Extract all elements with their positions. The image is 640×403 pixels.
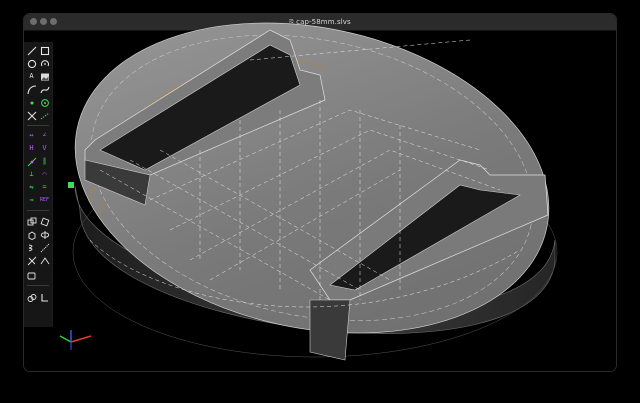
bezier-icon[interactable] [39,84,50,95]
x-axis-icon [70,335,92,343]
helix-icon[interactable] [26,242,37,253]
window-title: ⎘ cap-58mm.slvs [24,15,616,30]
toolbar-separator [27,285,49,286]
arc-icon[interactable] [39,58,50,69]
text-icon[interactable]: A [26,71,37,82]
sketch-icon[interactable] [39,255,50,266]
3d-viewport[interactable] [24,31,616,371]
title-bar: ⎘ cap-58mm.slvs [24,14,616,31]
symmetric-icon[interactable]: ⇋ [26,182,37,193]
equal-icon[interactable]: = [39,182,50,193]
vertical-icon[interactable]: V [39,143,50,154]
horizontal-icon[interactable]: H [26,143,37,154]
circle-icon[interactable] [26,58,37,69]
midpoint-icon[interactable]: ⊸ [26,195,37,206]
rectangle-icon[interactable] [39,45,50,56]
angle-icon[interactable]: ∠ [39,130,50,141]
revolve-icon[interactable] [39,229,50,240]
sketch-toolbar: A ↔ ∠ H V ∥ ⊥ ⌒ ⇋ = ⊸ REF [24,42,53,327]
reference-icon[interactable]: REF [39,195,50,206]
line-icon[interactable] [26,45,37,56]
image-icon[interactable] [39,71,50,82]
on-entity-icon[interactable] [26,156,37,167]
tangent-arc-icon[interactable] [26,84,37,95]
tangent-icon[interactable]: ⌒ [39,169,50,180]
lathe-icon[interactable] [39,242,50,253]
point-icon[interactable] [26,97,37,108]
perpendicular-icon[interactable]: ⊥ [26,169,37,180]
parallel-icon[interactable]: ∥ [39,156,50,167]
step-translate-icon[interactable] [26,216,37,227]
distance-icon[interactable]: ↔ [26,130,37,141]
y-axis-icon [59,335,72,343]
window-title-text: cap-58mm.slvs [296,18,351,26]
app-window: ⎘ cap-58mm.slvs A ↔ ∠ H V ∥ ⊥ ⌒ ⇋ = ⊸ RE… [24,14,616,371]
construction-icon[interactable] [39,110,50,121]
document-icon: ⎘ [289,19,295,26]
nearest-ortho-icon[interactable] [39,292,50,303]
link-icon[interactable] [26,255,37,266]
split-icon[interactable] [26,110,37,121]
step-rotate-icon[interactable] [39,216,50,227]
extrude-icon[interactable] [26,229,37,240]
toolbar-separator [27,125,49,126]
toolbar-separator [27,210,49,211]
nearest-iso-icon[interactable] [26,292,37,303]
nearest-iso-icon[interactable] [26,270,37,281]
axis-triad [59,330,92,350]
workplane-point-icon[interactable] [39,97,50,108]
